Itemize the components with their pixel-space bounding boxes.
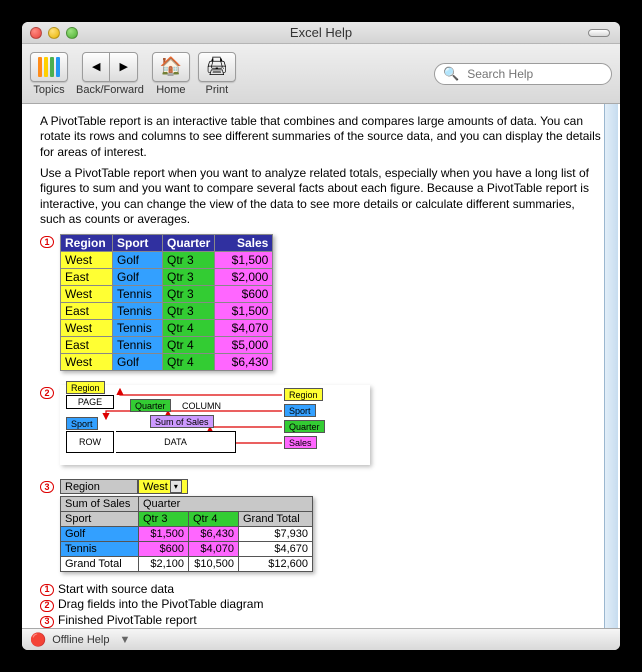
toolbar-lozenge-icon[interactable] [588,29,610,37]
search-icon: 🔍 [443,66,459,82]
header-sales: Sales [215,234,273,251]
titlebar: Excel Help [22,22,620,44]
header-quarter: Quarter [163,234,215,251]
content-area: A PivotTable report is an interactive ta… [22,104,620,628]
pivot-col-q3: Qtr 3 [139,511,189,526]
status-label: Offline Help [52,634,109,646]
pivot-layout-diagram: Region PAGE Quarter COLUMN Sum of Sales … [60,385,370,465]
topics-icon [38,57,60,77]
legend-text-3: Finished PivotTable report [58,613,197,628]
section-diagram: 2 Region PAGE Quarter COLUMN Sum of Sale… [40,385,602,465]
back-icon: ◀ [92,60,100,73]
status-dropdown-icon[interactable]: ▼ [119,634,130,646]
data-zone: DATA [116,431,236,453]
step-badge-1: 1 [40,236,54,248]
forward-button[interactable]: ▶ [110,53,137,81]
topics-label: Topics [33,84,64,96]
page-zone: PAGE [66,395,114,409]
pivot-col-gt: Grand Total [239,511,313,526]
column-zone-label: COLUMN [182,401,221,411]
search-input[interactable] [465,66,603,82]
legend-badge-2: 2 [40,600,54,612]
window-title: Excel Help [22,25,620,40]
step-badge-2: 2 [40,387,54,399]
offline-icon: 🔴 [30,632,46,648]
legend-text-2: Drag fields into the PivotTable diagram [58,597,263,613]
paragraph-2: Use a PivotTable report when you want to… [40,166,602,227]
section-source-data: 1 Region Sport Quarter Sales WestGolfQtr… [40,234,602,371]
scrollbar[interactable] [604,104,618,628]
back-button[interactable]: ◀ [83,53,110,81]
help-window: Excel Help Topics ◀ ▶ Back/Forward [22,22,620,650]
table-row: WestTennisQtr 4$4,070 [61,319,273,336]
step-badge-3: 3 [40,481,54,493]
row-zone: ROW [66,431,114,453]
side-region-chip: Region [284,388,323,401]
table-row: EastTennisQtr 3$1,500 [61,302,273,319]
pivot-sum-label: Sum of Sales [61,496,139,511]
dropdown-icon[interactable]: ▾ [170,480,182,493]
legend: 1 Start with source data 2 Drag fields int… [40,582,602,628]
home-label: Home [156,84,185,96]
table-header-row: Region Sport Quarter Sales [61,234,273,251]
forward-icon: ▶ [119,60,127,73]
legend-badge-1: 1 [40,584,54,596]
back-forward-button: ◀ ▶ [82,52,138,82]
topics-button[interactable] [30,52,68,82]
pivot-col-field: Quarter [139,496,313,511]
side-quarter-chip: Quarter [284,420,325,433]
table-row: WestGolfQtr 3$1,500 [61,251,273,268]
table-row: EastTennisQtr 4$5,000 [61,336,273,353]
header-region: Region [61,234,113,251]
pivot-page-row: Region West▾ [60,479,313,494]
status-bar: 🔴 Offline Help ▼ [22,628,620,650]
printer-icon: 🖨 [205,56,228,77]
pivot-table: Sum of Sales Quarter Sport Qtr 3 Qtr 4 G… [60,496,313,572]
header-sport: Sport [113,234,163,251]
paragraph-1: A PivotTable report is an interactive ta… [40,114,602,160]
legend-badge-3: 3 [40,616,54,628]
pivot-row: Golf $1,500 $6,430 $7,930 [61,526,313,541]
pivot-page-field: Region [60,479,138,494]
toolbar: Topics ◀ ▶ Back/Forward 🏠 Home 🖨 Print 🔍 [22,44,620,104]
side-sales-chip: Sales [284,436,317,449]
table-row: EastGolfQtr 3$2,000 [61,268,273,285]
print-label: Print [206,84,229,96]
column-field-chip: Quarter [130,399,171,412]
print-button[interactable]: 🖨 [198,52,236,82]
data-field-chip: Sum of Sales [150,415,214,428]
close-icon[interactable] [30,27,42,39]
pivot-row: Tennis $600 $4,070 $4,670 [61,541,313,556]
table-row: WestTennisQtr 3$600 [61,285,273,302]
pivot-total-row: Grand Total $2,100 $10,500 $12,600 [61,556,313,571]
legend-text-1: Start with source data [58,582,174,598]
source-table: Region Sport Quarter Sales WestGolfQtr 3… [60,234,273,371]
pivot-page-value: West▾ [138,479,188,494]
side-sport-chip: Sport [284,404,316,417]
table-row: WestGolfQtr 4$6,430 [61,353,273,370]
home-icon: 🏠 [160,56,182,77]
minimize-icon[interactable] [48,27,60,39]
home-button[interactable]: 🏠 [152,52,190,82]
backforward-label: Back/Forward [76,84,144,96]
search-field[interactable]: 🔍 [434,63,612,85]
row-field-chip: Sport [66,417,98,430]
pivot-col-q4: Qtr 4 [189,511,239,526]
page-field-chip: Region [66,381,105,394]
pivot-row-field: Sport [61,511,139,526]
zoom-icon[interactable] [66,27,78,39]
section-pivot-result: 3 Region West▾ Sum of Sales Quarter Spor… [40,479,602,572]
